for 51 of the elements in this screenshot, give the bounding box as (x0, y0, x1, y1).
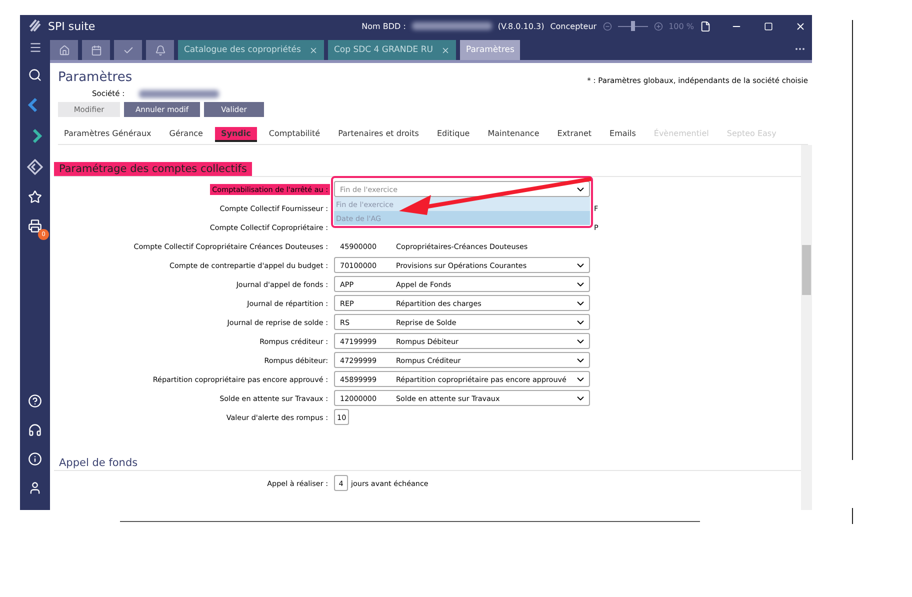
calendar-icon (90, 44, 102, 56)
section-title: Paramétrage des comptes collectifs (54, 162, 252, 176)
database-label: Nom BDD : (362, 22, 406, 30)
zoom-out-icon (602, 22, 612, 30)
search-button[interactable] (28, 68, 42, 82)
help-icon (28, 394, 42, 408)
logo-icon (28, 19, 42, 33)
calendar-tab[interactable] (82, 40, 110, 60)
version-text: (V.8.0.10.3) (498, 22, 544, 30)
maximize-icon (764, 22, 773, 30)
check-icon (122, 44, 134, 56)
info-button[interactable] (28, 452, 42, 466)
section-tab[interactable]: Partenaires et droits (332, 127, 425, 142)
star-button[interactable] (28, 190, 42, 204)
section-tab[interactable]: Extranet (551, 127, 598, 142)
zoom-reading: 100 % (668, 22, 694, 30)
section-title: Appel de fonds (58, 456, 139, 470)
section-tab[interactable]: Maintenance (482, 127, 546, 142)
section-tab[interactable]: Editique (430, 127, 476, 142)
menu-button[interactable] (28, 41, 42, 54)
close-icon (308, 46, 318, 54)
close-icon (795, 20, 806, 32)
user-icon (28, 481, 42, 495)
user-button[interactable] (28, 481, 42, 495)
menu-icon (28, 41, 42, 54)
home-icon (58, 44, 70, 56)
role-text: Concepteur (550, 22, 597, 30)
window-title: SPI suite (48, 20, 96, 32)
info-icon (28, 452, 42, 466)
diamond-icon (27, 159, 43, 175)
section-tab[interactable]: Gérance (163, 127, 209, 142)
section-tab[interactable]: Comptabilité (262, 127, 326, 142)
diamond-button[interactable] (27, 159, 43, 175)
headset-icon (28, 423, 42, 437)
bell-tab[interactable] (146, 40, 174, 60)
printer-button[interactable] (28, 219, 42, 233)
check-tab[interactable] (114, 40, 142, 60)
bell-icon (154, 44, 166, 56)
home-tab[interactable] (50, 40, 78, 60)
headset-button[interactable] (28, 423, 42, 437)
help-button[interactable] (28, 394, 42, 408)
page-title: Paramètres (58, 70, 132, 85)
document-icon (700, 20, 711, 32)
search-icon (28, 68, 42, 82)
section-tab[interactable]: Emails (604, 127, 642, 142)
close-icon (440, 46, 450, 54)
printer-icon (28, 219, 42, 233)
section-tab[interactable]: Paramètres Généraux (58, 127, 158, 142)
scrollbar[interactable] (801, 145, 812, 510)
star-icon (28, 190, 42, 204)
zoom-in-icon (654, 22, 663, 30)
